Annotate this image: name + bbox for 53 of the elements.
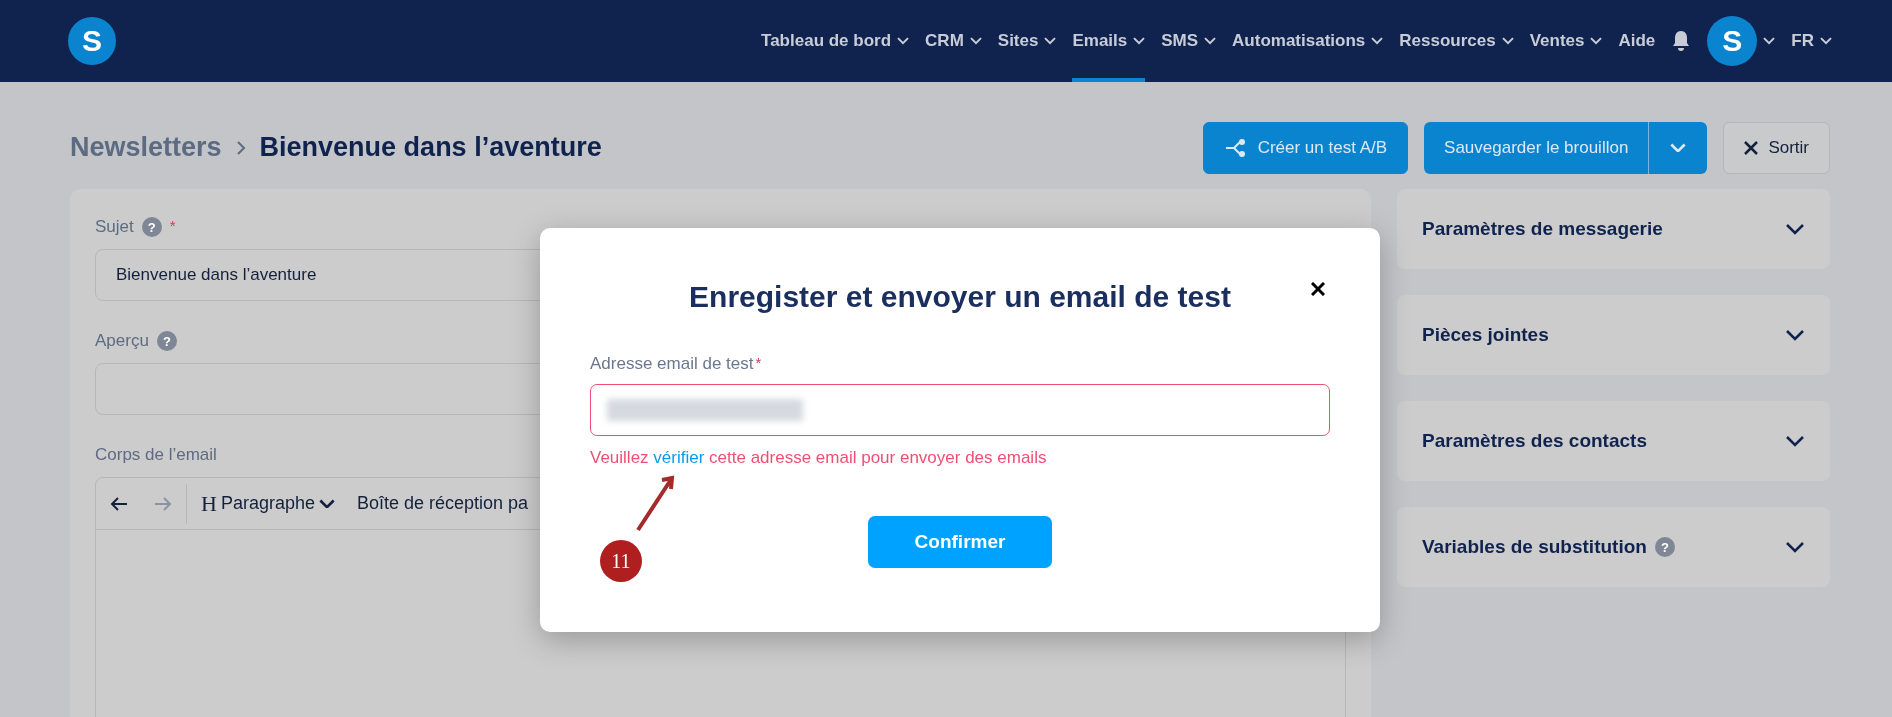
caret-icon: [1590, 37, 1603, 45]
settings-panel[interactable]: Paramètres des contacts: [1397, 401, 1830, 481]
caret-icon: [1371, 37, 1384, 45]
panel-title: Paramètres des contacts: [1422, 430, 1647, 452]
nav-item[interactable]: Ressources: [1399, 0, 1514, 82]
nav-item[interactable]: Ventes: [1529, 0, 1603, 82]
caret-icon: [318, 498, 335, 509]
share-icon: [1223, 137, 1248, 158]
field-label: Sujet: [95, 217, 134, 237]
caret-icon: [1133, 37, 1146, 45]
caret-icon: [969, 37, 982, 45]
nav-item[interactable]: Sites: [997, 0, 1057, 82]
page-title: Bienvenue dans l’aventure: [259, 132, 602, 163]
settings-panel[interactable]: Variables de substitution ?: [1397, 507, 1830, 587]
chevron-right-icon: [235, 139, 246, 156]
nav-item[interactable]: CRM: [925, 0, 982, 82]
caret-icon: [1670, 142, 1687, 153]
caret-icon: [1501, 37, 1514, 45]
panel-title: Paramètres de messagerie: [1422, 218, 1663, 240]
caret-icon: [1204, 37, 1217, 45]
caret-icon: [897, 37, 910, 45]
nav-item[interactable]: Aide: [1618, 0, 1656, 82]
panel-title: Variables de substitution: [1422, 536, 1647, 558]
caret-icon: [1763, 37, 1776, 45]
nav-item[interactable]: Tableau de bord: [761, 0, 910, 82]
exit-button[interactable]: Sortir: [1723, 121, 1830, 174]
format-dropdown[interactable]: H Paragraphe: [201, 490, 335, 517]
logo[interactable]: S: [68, 17, 116, 65]
avatar[interactable]: S: [1707, 16, 1758, 66]
help-icon[interactable]: ?: [141, 217, 162, 237]
help-icon[interactable]: ?: [156, 331, 177, 351]
settings-panel[interactable]: Paramètres de messagerie: [1397, 189, 1830, 269]
field-label: Aperçu: [95, 331, 149, 351]
modal-title: Enregister et envoyer un email de test: [689, 280, 1231, 314]
field-label: Adresse email de test: [590, 354, 754, 374]
panel-title: Pièces jointes: [1422, 324, 1549, 346]
required-mark: *: [169, 217, 176, 234]
error-message: Veuillez vérifier cette adresse email pour envoyer des emails: [590, 448, 1048, 468]
help-icon[interactable]: ?: [1654, 537, 1675, 557]
language-selector[interactable]: FR: [1791, 0, 1832, 82]
required-mark: *: [755, 354, 762, 371]
bell-icon[interactable]: [1671, 30, 1692, 52]
undo-icon[interactable]: [110, 495, 128, 512]
nav-item[interactable]: SMS: [1161, 0, 1217, 82]
settings-panel[interactable]: Pièces jointes: [1397, 295, 1830, 375]
nav-item[interactable]: Automatisations: [1232, 0, 1384, 82]
inbox-dropdown[interactable]: Boîte de réception pa: [356, 493, 529, 514]
nav-item[interactable]: Emails: [1072, 0, 1146, 82]
email-field[interactable]: [590, 384, 1330, 436]
field-label: Corps de l’email: [95, 445, 217, 465]
caret-icon: [1820, 37, 1832, 45]
close-icon: [1744, 140, 1759, 155]
caret-icon: [1044, 37, 1057, 45]
